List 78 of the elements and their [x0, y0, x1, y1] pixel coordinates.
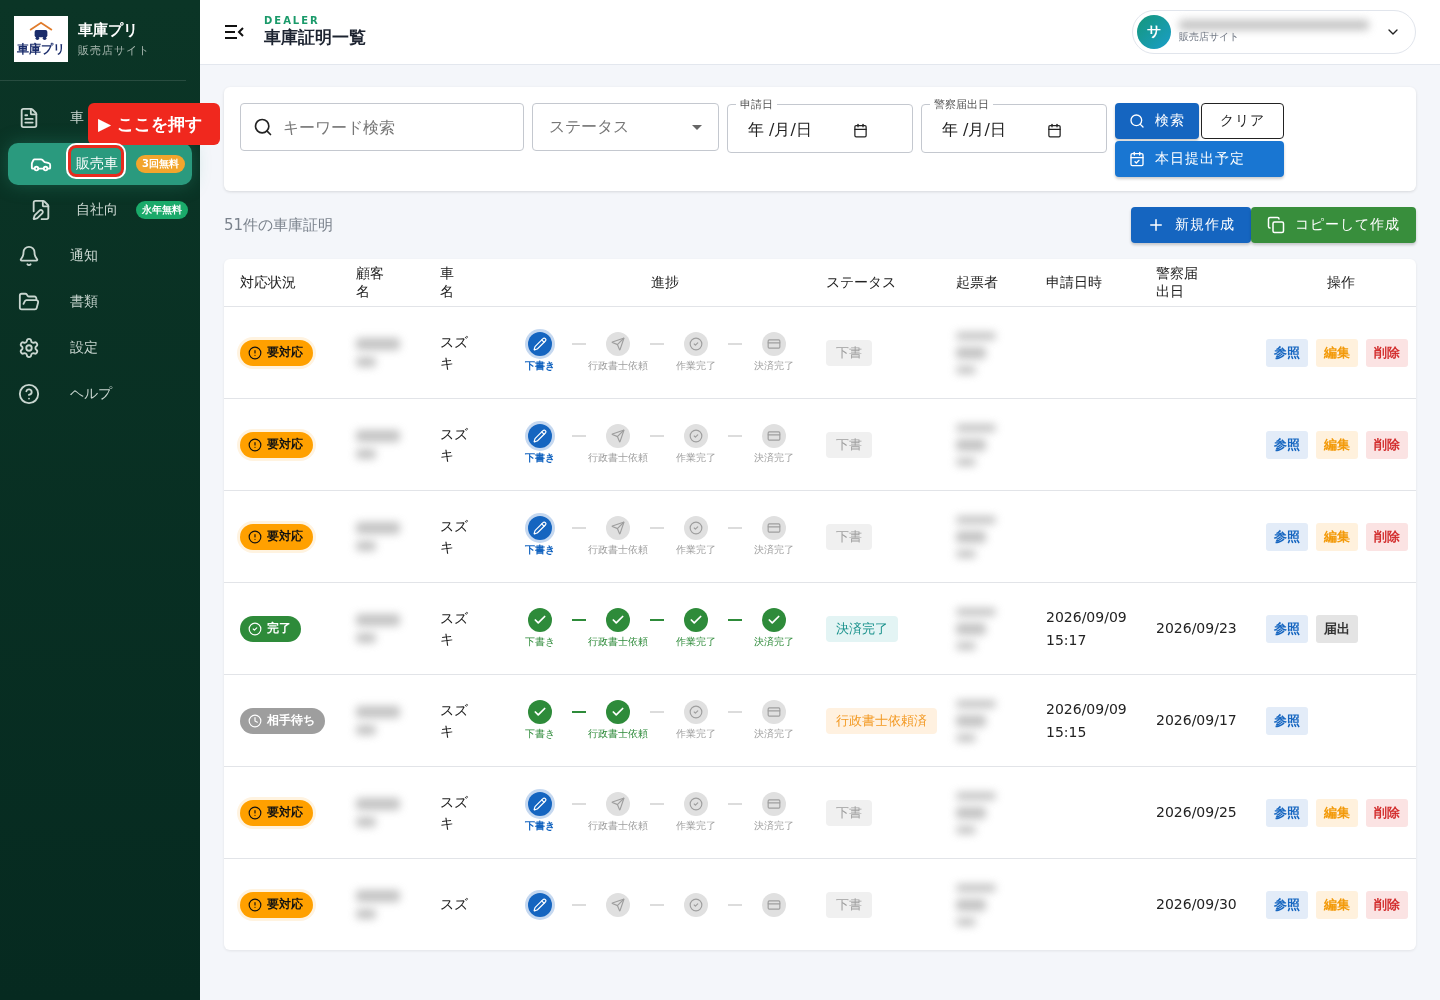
step-label: 行政書士依頼 — [588, 359, 648, 373]
column-header: 申請日時 — [1046, 273, 1102, 292]
status-tag: 下書 — [826, 523, 872, 550]
step-label: 作業完了 — [676, 727, 716, 741]
state-pill: 完了 — [240, 615, 301, 642]
step-label: 作業完了 — [676, 451, 716, 465]
car-name: スズキ — [440, 608, 469, 649]
car-name: スズ — [440, 895, 469, 914]
car-name: スズキ — [440, 700, 469, 741]
state-pill: 要対応 — [240, 431, 313, 458]
step-label: 行政書士依頼 — [588, 635, 648, 649]
column-header: 対応状況 — [240, 273, 296, 292]
step-label: 下書き — [525, 543, 555, 557]
state-pill: 要対応 — [240, 339, 313, 366]
user-avatar: サ — [1137, 15, 1171, 49]
status-tag: 行政書士依頼済 — [826, 707, 937, 734]
step-label: 行政書士依頼 — [588, 727, 648, 741]
step-label: 下書き — [525, 819, 555, 833]
column-header: 顧客名 — [356, 264, 385, 301]
car-name: スズキ — [440, 516, 469, 557]
step-label: 決済完了 — [754, 635, 794, 649]
nav-badge: 永年無料 — [136, 201, 188, 219]
applied-date: 2026/09/09 15:17 — [1046, 608, 1128, 650]
applied-date: 2026/09/09 15:15 — [1046, 700, 1128, 742]
police-date: 2026/09/17 — [1156, 711, 1238, 731]
status-tag: 下書 — [826, 339, 872, 366]
nav-label: 書類 — [70, 293, 98, 311]
column-header: 進捗 — [651, 273, 679, 292]
step-label: 下書き — [525, 359, 555, 373]
app-logo: 車庫プリ — [14, 16, 68, 62]
car-name: スズキ — [440, 332, 469, 373]
nav-label: 設定 — [70, 339, 98, 357]
police-date: 2026/09/25 — [1156, 803, 1238, 823]
step-label: 作業完了 — [676, 543, 716, 557]
step-label: 作業完了 — [676, 635, 716, 649]
status-tag: 下書 — [826, 799, 872, 826]
nav-label: 販売車 — [76, 155, 118, 173]
user-role: 販売店サイト — [1179, 30, 1240, 44]
status-tag: 下書 — [826, 891, 872, 918]
car-name: スズキ — [440, 792, 469, 833]
column-header: 警察届出日 — [1156, 264, 1199, 301]
state-pill: 相手待ち — [240, 707, 325, 734]
state-pill: 要対応 — [240, 891, 313, 918]
status-tag: 決済完了 — [826, 615, 898, 642]
column-header: 起票者 — [956, 273, 998, 292]
step-label: 行政書士依頼 — [588, 451, 648, 465]
app-name: 車庫プリ — [78, 20, 139, 40]
step-label: 決済完了 — [754, 543, 794, 557]
nav-label: ヘルプ — [70, 385, 112, 403]
nav-label: 自社向 — [76, 201, 118, 219]
step-label: 下書き — [525, 727, 555, 741]
step-label: 下書き — [525, 635, 555, 649]
step-label: 決済完了 — [754, 819, 794, 833]
step-label: 作業完了 — [676, 819, 716, 833]
car-name: スズキ — [440, 424, 469, 465]
step-label: 決済完了 — [754, 727, 794, 741]
status-tag: 下書 — [826, 431, 872, 458]
step-label: 作業完了 — [676, 359, 716, 373]
app-subtitle: 販売店サイト — [78, 42, 150, 58]
step-label: 決済完了 — [754, 451, 794, 465]
step-label: 下書き — [525, 451, 555, 465]
column-header: 車名 — [440, 264, 455, 301]
column-header: ステータス — [826, 273, 896, 292]
nav-badge: 3回無料 — [136, 155, 185, 173]
step-label: 決済完了 — [754, 359, 794, 373]
nav-label: 通知 — [70, 247, 98, 265]
police-date: 2026/09/23 — [1156, 619, 1238, 639]
page-title: 車庫証明一覧 — [264, 26, 366, 49]
column-header: 操作 — [1327, 273, 1355, 292]
result-count: 51件の車庫証明 — [224, 215, 334, 235]
nav-label: 車 — [70, 109, 84, 127]
step-label: 行政書士依頼 — [588, 543, 648, 557]
press-here-tooltip: ▶ ここを押す — [88, 103, 220, 145]
state-pill: 要対応 — [240, 799, 313, 826]
state-pill: 要対応 — [240, 523, 313, 550]
page-eyebrow: DEALER — [264, 15, 321, 26]
police-date: 2026/09/30 — [1156, 895, 1238, 915]
step-label: 行政書士依頼 — [588, 819, 648, 833]
